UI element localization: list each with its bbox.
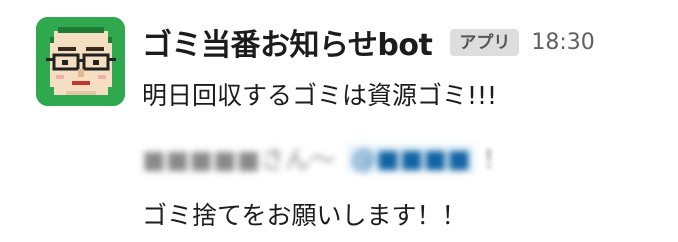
message-line-2: ■■■■■さん〜 @■■■■ ！	[142, 140, 508, 176]
blurred-name: ■■■■■さん〜	[142, 145, 336, 174]
app-badge: アプリ	[450, 28, 520, 56]
sender-name[interactable]: ゴミ当番お知らせbot	[142, 20, 433, 64]
message-timestamp[interactable]: 18:30	[531, 30, 594, 55]
line-2-tail: ！	[482, 145, 508, 174]
message-line-1: 明日回収するゴミは資源ゴミ!!!	[142, 81, 498, 110]
message-header: ゴミ当番お知らせbot アプリ 18:30	[142, 20, 595, 64]
bot-avatar[interactable]	[36, 17, 125, 106]
blurred-mention[interactable]: @■■■■	[347, 143, 475, 173]
chat-message: ゴミ当番お知らせbot アプリ 18:30 明日回収するゴミは資源ゴミ!!! ■…	[0, 0, 678, 242]
message-line-3: ゴミ捨てをお願いします！！	[142, 201, 467, 230]
pixel-art-face-with-glasses-icon	[36, 17, 125, 106]
